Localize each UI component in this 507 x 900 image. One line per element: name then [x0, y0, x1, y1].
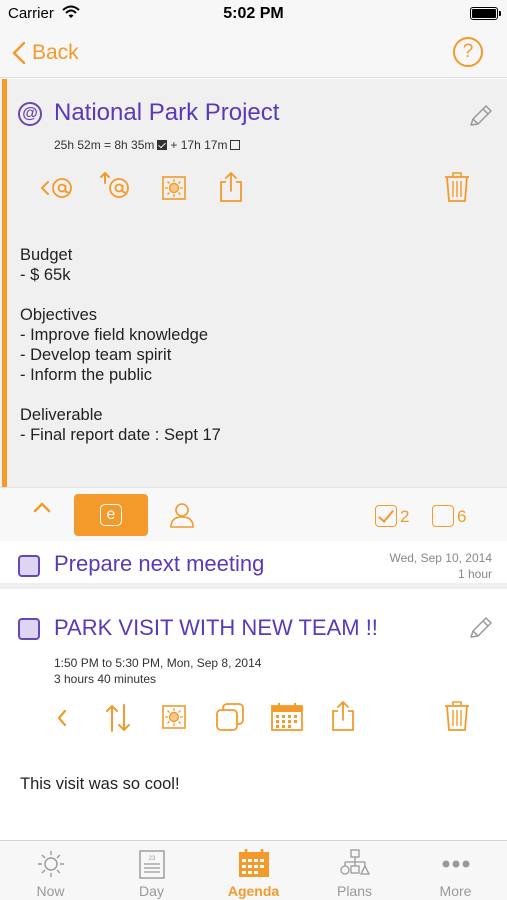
status-bar: Carrier 5:02 PM: [0, 0, 507, 30]
duplicate-icon[interactable]: [215, 702, 245, 732]
tab-plans[interactable]: Plans: [304, 841, 405, 900]
help-button[interactable]: ?: [453, 37, 483, 67]
task-checkbox[interactable]: [18, 555, 40, 577]
tab-bar: Now 23 Day Agenda Plans More: [0, 840, 507, 900]
project-time-plus: + 17h 17m: [170, 138, 228, 152]
pencil-icon[interactable]: [466, 615, 494, 643]
tab-label: Plans: [336, 883, 373, 899]
move-up-project-icon[interactable]: [98, 171, 132, 201]
unchecked-tasks-icon[interactable]: [432, 505, 454, 527]
tab-label: More: [439, 883, 472, 899]
sun-icon: [38, 851, 64, 877]
project-at-icon: @: [18, 102, 42, 126]
back-label: Back: [32, 41, 79, 64]
share-icon[interactable]: [218, 171, 244, 203]
share-icon[interactable]: [330, 700, 356, 732]
project-time-total: 25h 52m = 8h 35m: [54, 138, 155, 152]
tab-agenda[interactable]: Agenda: [203, 841, 304, 900]
event-time: 1:50 PM to 5:30 PM, Mon, Sep 8, 2014: [54, 656, 262, 670]
event-note[interactable]: This visit was so cool!: [20, 775, 180, 794]
move-to-parent-icon[interactable]: [40, 175, 74, 201]
project-toolbar: e 2 6: [0, 487, 507, 541]
tab-day[interactable]: 23 Day: [101, 841, 202, 900]
unchecked-box-icon: [230, 140, 241, 150]
color-tag-icon[interactable]: [161, 704, 187, 730]
calendar-icon[interactable]: [270, 702, 304, 732]
project-notes[interactable]: Budget - $ 65k Objectives - Improve fiel…: [20, 245, 221, 445]
task-duration: 1 hour: [457, 567, 492, 581]
chevron-left-icon: [12, 41, 26, 65]
event-checkbox[interactable]: [18, 618, 40, 640]
chevron-left-icon[interactable]: [55, 707, 69, 729]
person-icon[interactable]: [168, 501, 196, 529]
sort-icon[interactable]: [104, 703, 132, 733]
hierarchy-icon: [340, 849, 371, 875]
agenda-calendar-icon: [239, 849, 269, 877]
events-tab-button[interactable]: e: [74, 494, 148, 536]
unchecked-tasks-count: 6: [457, 507, 467, 526]
event-title[interactable]: PARK VISIT WITH NEW TEAM !!: [54, 615, 378, 641]
back-button[interactable]: Back: [12, 38, 79, 68]
checked-tasks-count: 2: [400, 507, 410, 526]
project-color-stripe: [2, 79, 7, 487]
battery-icon: [470, 7, 501, 20]
color-tag-icon[interactable]: [161, 175, 187, 201]
day-calendar-icon: 23: [139, 850, 165, 879]
project-time-summary: 25h 52m = 8h 35m + 17h 17m: [54, 138, 243, 152]
project-card: @ National Park Project 25h 52m = 8h 35m…: [0, 79, 507, 487]
clock-time: 5:02 PM: [223, 5, 284, 22]
chevron-up-icon[interactable]: [33, 500, 51, 514]
tab-more[interactable]: More: [405, 841, 506, 900]
more-dots-icon: [442, 860, 470, 868]
navigation-bar: Back ?: [0, 30, 507, 78]
tab-now[interactable]: Now: [0, 841, 101, 900]
pencil-icon[interactable]: [466, 103, 494, 131]
tab-label: Now: [36, 883, 65, 899]
tab-label: Agenda: [227, 883, 280, 899]
trash-icon[interactable]: [443, 700, 471, 732]
checked-box-icon: [157, 140, 168, 150]
task-title[interactable]: Prepare next meeting: [54, 551, 264, 577]
task-row[interactable]: Prepare next meeting Wed, Sep 10, 2014 1…: [0, 541, 507, 589]
trash-icon[interactable]: [443, 171, 471, 203]
event-card: PARK VISIT WITH NEW TEAM !! 1:50 PM to 5…: [0, 595, 507, 840]
event-duration: 3 hours 40 minutes: [54, 672, 157, 686]
task-date: Wed, Sep 10, 2014: [389, 551, 492, 565]
tab-label: Day: [139, 883, 164, 899]
checked-tasks-icon[interactable]: [375, 505, 397, 527]
svg-text:23: 23: [149, 856, 156, 862]
event-icon: e: [100, 504, 122, 526]
project-title: National Park Project: [54, 99, 280, 126]
